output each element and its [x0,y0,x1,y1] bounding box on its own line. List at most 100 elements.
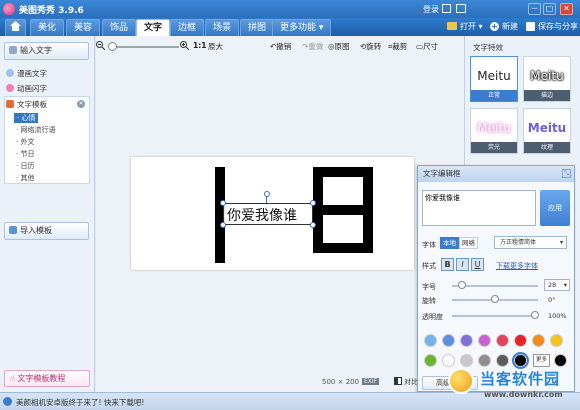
color-swatch[interactable] [496,354,509,367]
color-swatch[interactable] [442,354,455,367]
color-swatch[interactable] [478,354,491,367]
template-sub-internet[interactable]: · 网络流行语 [16,125,55,135]
save-share-button[interactable]: 保存与分享 [538,21,578,32]
apply-button[interactable]: 应用 [540,190,570,226]
exif-button[interactable]: EXIF [362,378,380,385]
collapse-dialog-icon[interactable]: ⤡ [562,169,571,178]
tab-frame[interactable]: 边框 [170,19,205,36]
resize-handle[interactable] [310,200,316,206]
resize-handle[interactable] [310,222,316,228]
compare-label: 对比 [404,378,418,386]
close-button[interactable]: ✕ [560,3,573,15]
crop-button[interactable]: ⌗裁剪 [388,41,407,52]
ratio-button[interactable]: 1:1 [193,41,206,50]
color-swatch[interactable] [478,334,491,347]
tab-collage[interactable]: 拼图 [240,19,275,36]
template-icon [6,100,14,108]
redo-button[interactable]: ↷重做 [302,41,323,52]
size-label: 字号 [422,283,436,291]
color-swatch[interactable] [514,354,527,367]
color-swatch[interactable] [554,354,567,367]
manga-text-item[interactable]: 漫画文字 [6,68,47,79]
template-sub-mood[interactable]: · 心情 [14,113,39,123]
tab-more-features[interactable]: 更多功能 ▾ [272,19,332,36]
color-swatch[interactable] [424,334,437,347]
collapse-icon[interactable]: ✕ [77,100,85,108]
templates-item[interactable]: 文字模板 [6,99,47,110]
import-template-button[interactable]: 导入模板 [4,222,89,240]
effect-normal[interactable]: Meitu 正常 [470,56,518,102]
font-local-tab[interactable]: 本地 [440,237,459,249]
resize-handle[interactable] [220,222,226,228]
download-fonts-link[interactable]: 下载更多字体 [496,261,538,271]
color-swatch[interactable] [442,334,455,347]
size-slider-knob[interactable] [458,281,466,289]
rotate-handle[interactable] [264,191,270,197]
import-template-label: 导入模板 [20,226,52,235]
text-input[interactable] [422,190,536,226]
home-tab[interactable] [5,19,26,36]
style-label: 样式 [422,262,436,270]
new-button[interactable]: 新建 [502,21,518,32]
color-swatch[interactable] [424,354,437,367]
opacity-slider-knob[interactable] [531,311,539,319]
effect-stroke[interactable]: Meitu 描边 [523,56,571,102]
color-swatch[interactable] [532,334,545,347]
template-sub-foreign[interactable]: · 外文 [16,137,34,147]
font-select-value: 方正粗倩简体 [500,239,537,246]
tab-scene[interactable]: 场景 [205,19,240,36]
rotate-slider-knob[interactable] [491,295,499,303]
color-swatch[interactable] [550,334,563,347]
compare-icon[interactable] [394,377,402,385]
rotate-label: 旋转 [422,297,436,305]
skin-icon[interactable] [442,4,451,13]
font-network-tab[interactable]: 网络 [459,237,478,249]
zoom-in-icon[interactable] [180,41,189,50]
color-swatch[interactable] [460,354,473,367]
status-message[interactable]: 美颜相机安卓版终于来了! 快来下载吧! [16,397,144,408]
opacity-slider-track[interactable] [452,315,538,317]
effect-label: 纹理 [524,142,570,153]
tab-accessories[interactable]: 饰品 [102,19,137,36]
template-sub-holiday[interactable]: · 节日 [16,149,34,159]
underline-button[interactable]: U [471,258,484,271]
bold-button[interactable]: B [441,258,454,271]
input-text-button[interactable]: 输入文字 [4,42,89,60]
sub-label: 节日 [20,150,35,158]
zoom-slider-track[interactable] [109,46,179,48]
italic-button[interactable]: I [456,258,469,271]
original-size-button[interactable]: 原大 [208,41,223,52]
effect-glow[interactable]: Meitu 荧光 [470,108,518,154]
effect-texture[interactable]: Meitu 纹理 [523,108,571,154]
color-swatch[interactable] [460,334,473,347]
undo-button[interactable]: ↶撤销 [270,41,291,52]
app-logo-icon [3,3,15,15]
tab-text[interactable]: 文字 [136,19,171,36]
message-icon[interactable] [456,4,466,13]
image-character-bar [313,205,373,215]
anim-text-item[interactable]: 动画闪字 [6,83,47,94]
open-button[interactable]: 打开 ▾ [460,21,483,32]
template-sub-other[interactable]: · 其他 [16,173,34,183]
color-swatch[interactable] [496,334,509,347]
size-button[interactable]: ▭尺寸 [416,41,438,52]
zoom-slider-knob[interactable] [108,42,117,51]
template-sub-calendar[interactable]: · 日历 [16,161,34,171]
tab-beautify[interactable]: 美化 [30,19,65,36]
color-swatch[interactable] [514,334,527,347]
size-select[interactable]: 28 ▾ [544,279,570,291]
rotate-button[interactable]: ⟲旋转 [360,41,381,52]
anim-text-label: 动画闪字 [17,84,47,93]
image-canvas[interactable]: 你爱我像谁 [131,157,414,270]
more-colors-button[interactable]: 更多 [533,354,550,367]
minimize-button[interactable]: － [528,3,541,15]
zoom-out-icon[interactable] [96,41,105,50]
maximize-button[interactable]: □ [543,3,556,15]
tab-beauty[interactable]: 美容 [66,19,101,36]
font-select[interactable]: 方正粗倩简体 ▾ [494,236,567,249]
resize-handle[interactable] [220,200,226,206]
original-button[interactable]: ◎原图 [328,41,350,52]
login-link[interactable]: 登录 [423,4,439,15]
template-tutorial-button[interactable]: ☝ 文字模板教程 [4,370,90,387]
comic-bubble-icon [6,69,14,77]
